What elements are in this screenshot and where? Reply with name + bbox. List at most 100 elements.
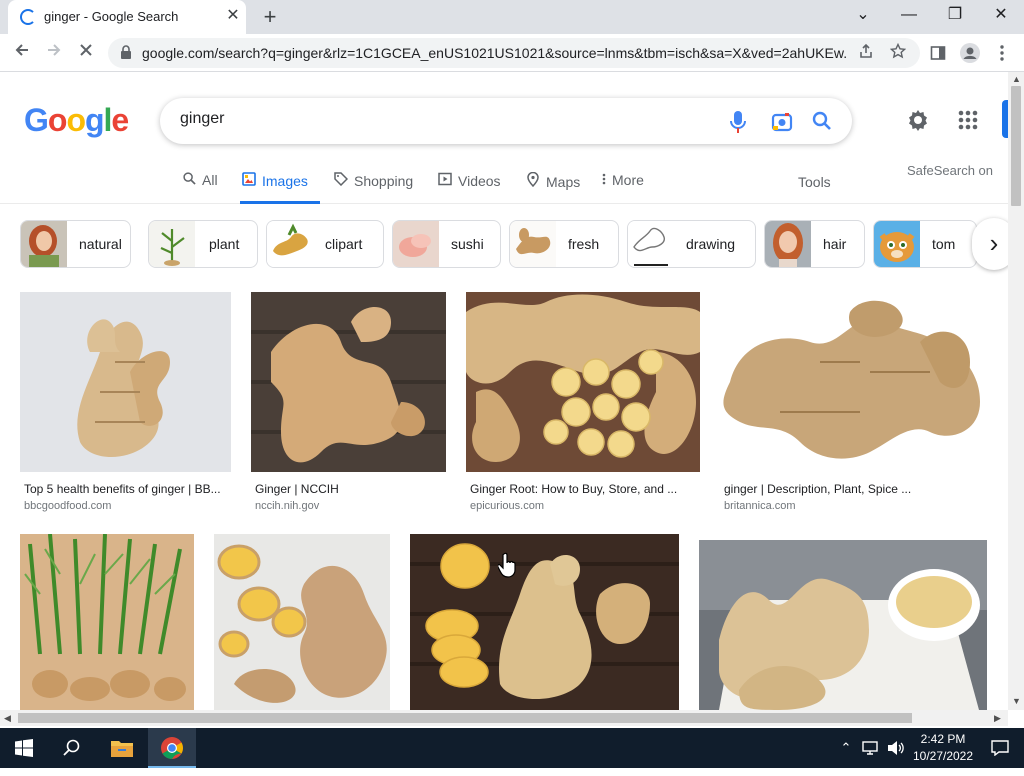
logo-letter: o xyxy=(47,102,68,138)
restore-button[interactable]: ❐ xyxy=(932,0,978,30)
notifications-icon[interactable] xyxy=(976,728,1024,768)
more-dots-icon xyxy=(600,172,608,188)
scroll-right-arrow-icon[interactable]: ▶ xyxy=(994,713,1001,724)
network-icon[interactable] xyxy=(858,728,884,768)
back-button[interactable] xyxy=(8,39,36,67)
image-result[interactable] xyxy=(699,540,987,710)
browser-menu-icon[interactable] xyxy=(988,39,1016,67)
chip-clipart[interactable]: clipart xyxy=(266,220,384,268)
tab-shopping[interactable]: Shopping xyxy=(332,172,413,204)
minimize-button[interactable]: — xyxy=(886,0,932,30)
windows-taskbar: ⌃ 2:42 PM 10/27/2022 xyxy=(0,728,1024,768)
clock-time[interactable]: 2:42 PM xyxy=(918,732,968,746)
logo-letter: G xyxy=(24,102,49,138)
scroll-left-arrow-icon[interactable]: ◀ xyxy=(4,713,11,724)
close-window-button[interactable]: ✕ xyxy=(978,0,1024,30)
search-submit-icon[interactable] xyxy=(810,110,834,134)
image-result[interactable]: ginger | Description, Plant, Spice ... b… xyxy=(720,292,988,516)
side-panel-icon[interactable] xyxy=(924,39,952,67)
result-caption: Top 5 health benefits of ginger | BB... xyxy=(24,482,221,496)
tab-images[interactable]: Images xyxy=(240,172,320,204)
vertical-scrollbar[interactable]: ▲ ▼ xyxy=(1008,72,1024,710)
logo-letter: g xyxy=(84,102,105,138)
result-caption: Ginger | NCCIH xyxy=(255,482,339,496)
image-result[interactable]: Ginger | NCCIH nccih.nih.gov xyxy=(251,292,446,516)
chip-thumbnail-image xyxy=(510,221,556,267)
new-tab-button[interactable]: + xyxy=(258,4,282,30)
chip-drawing[interactable]: drawing xyxy=(627,220,756,268)
image-icon xyxy=(240,172,258,189)
tab-label: All xyxy=(202,172,218,188)
tab-label: Maps xyxy=(546,174,581,190)
chrome-taskbar-icon[interactable] xyxy=(148,728,196,768)
tab-label: Images xyxy=(262,173,308,189)
image-result[interactable] xyxy=(20,534,194,710)
chip-tom[interactable]: tom xyxy=(873,220,977,268)
safesearch-status[interactable]: SafeSearch on xyxy=(907,163,993,178)
result-image-ginger-plant xyxy=(20,534,194,710)
lock-icon[interactable] xyxy=(120,45,132,60)
url-text[interactable]: google.com/search?q=ginger&rlz=1C1GCEA_e… xyxy=(142,45,848,61)
clock-date[interactable]: 10/27/2022 xyxy=(904,749,982,763)
chips-next-arrow-icon[interactable]: › xyxy=(972,218,1008,270)
start-windows-icon[interactable] xyxy=(0,728,48,768)
pin-icon xyxy=(524,171,542,190)
tab-all[interactable]: All xyxy=(180,172,218,204)
image-result[interactable] xyxy=(410,534,679,710)
image-result[interactable]: Ginger Root: How to Buy, Store, and ... … xyxy=(466,292,700,516)
profile-avatar-icon[interactable] xyxy=(956,39,984,67)
browser-toolbar: google.com/search?q=ginger&rlz=1C1GCEA_e… xyxy=(0,34,1024,72)
vertical-scroll-thumb[interactable] xyxy=(1011,86,1021,206)
tab-close-icon[interactable]: ✕ xyxy=(222,5,244,27)
logo-letter: e xyxy=(111,102,129,138)
tools-button[interactable]: Tools xyxy=(798,174,831,190)
chip-hair[interactable]: hair xyxy=(764,220,865,268)
stop-loading-button[interactable] xyxy=(72,39,100,67)
chip-sushi[interactable]: sushi xyxy=(392,220,501,268)
bookmark-star-icon[interactable] xyxy=(888,42,908,63)
scroll-up-arrow-icon[interactable]: ▲ xyxy=(1012,74,1021,84)
image-result[interactable] xyxy=(214,534,390,710)
tag-icon xyxy=(332,172,350,189)
horizontal-scrollbar[interactable]: ◀ ▶ xyxy=(0,710,1008,726)
share-icon[interactable] xyxy=(856,43,876,63)
google-apps-grid-icon[interactable] xyxy=(956,108,984,136)
chip-label: plant xyxy=(209,236,240,252)
search-icon xyxy=(180,172,198,188)
voice-search-mic-icon[interactable] xyxy=(726,110,750,134)
result-source: epicurious.com xyxy=(470,500,544,512)
result-image-ginger xyxy=(720,292,988,472)
camera-lens-search-icon[interactable] xyxy=(770,110,794,134)
tab-search-dropdown-icon[interactable]: ⌄ xyxy=(840,0,886,30)
chip-natural[interactable]: natural xyxy=(20,220,131,268)
search-input[interactable] xyxy=(180,110,700,128)
show-hidden-icons-chevron-icon[interactable]: ⌃ xyxy=(834,728,858,768)
result-source: bbcgoodfood.com xyxy=(24,500,112,512)
horizontal-scroll-thumb[interactable] xyxy=(18,713,912,723)
tab-label: Shopping xyxy=(354,173,414,189)
search-box xyxy=(160,98,852,144)
settings-gear-icon[interactable] xyxy=(906,108,934,136)
result-caption: ginger | Description, Plant, Spice ... xyxy=(724,482,912,496)
hand-cursor-icon xyxy=(498,552,516,578)
forward-arrow-icon xyxy=(48,44,61,56)
image-result[interactable]: Top 5 health benefits of ginger | BB... … xyxy=(20,292,231,516)
google-logo[interactable]: Google xyxy=(24,102,129,139)
tab-videos[interactable]: Videos xyxy=(436,172,501,204)
stop-icon xyxy=(80,44,92,56)
chip-label: natural xyxy=(79,236,122,252)
tab-more[interactable]: More xyxy=(600,172,644,204)
google-images-page: Google All Images Shopping Videos xyxy=(0,72,1008,710)
address-bar[interactable]: google.com/search?q=ginger&rlz=1C1GCEA_e… xyxy=(108,38,920,68)
taskbar-search-icon[interactable] xyxy=(48,728,96,768)
chip-plant[interactable]: plant xyxy=(148,220,258,268)
tab-maps[interactable]: Maps xyxy=(524,171,581,204)
chip-fresh[interactable]: fresh xyxy=(509,220,619,268)
search-tabs: All Images Shopping Videos Maps More xyxy=(0,164,1008,204)
forward-button[interactable] xyxy=(40,39,68,67)
browser-tab[interactable]: ginger - Google Search ✕ xyxy=(8,0,246,34)
file-explorer-icon[interactable] xyxy=(98,728,146,768)
chip-label: clipart xyxy=(325,236,363,252)
chip-label: fresh xyxy=(568,236,600,252)
scroll-down-arrow-icon[interactable]: ▼ xyxy=(1012,696,1021,706)
